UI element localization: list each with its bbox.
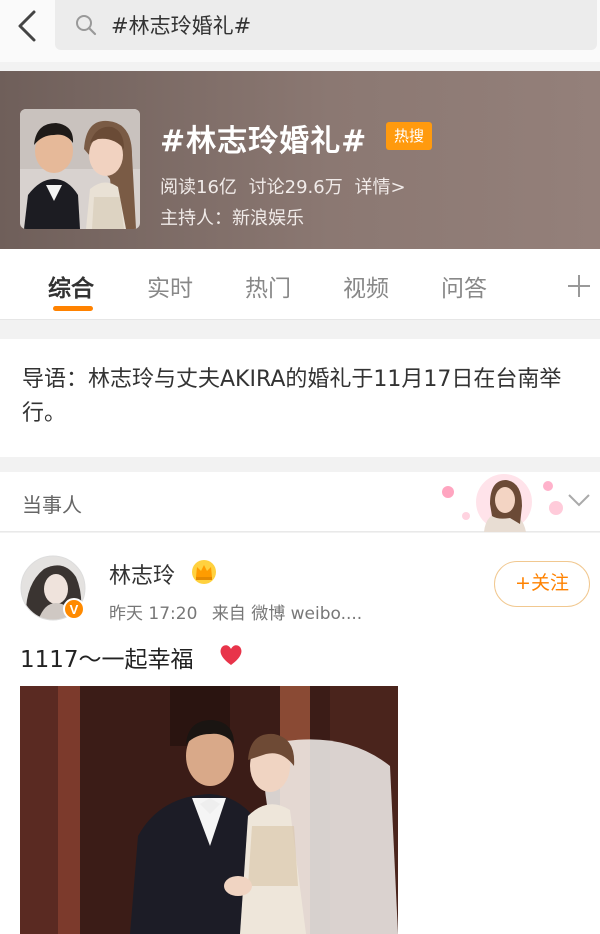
chevron-down-icon[interactable]: [566, 490, 592, 510]
search-input[interactable]: #林志玲婚礼#: [55, 0, 597, 50]
topic-cover-image[interactable]: [20, 109, 140, 229]
post-meta: 昨天 17:20 来自 微博 weibo....: [109, 599, 371, 624]
follow-button[interactable]: +关注: [494, 561, 590, 607]
intro-text: 导语：林志玲与丈夫AKIRA的婚礼于11月17日在台南举行。: [22, 367, 562, 426]
section-avatar-icon: [442, 474, 563, 532]
svg-text:V: V: [70, 602, 79, 617]
crown-icon: [192, 560, 216, 584]
discussion-count: 讨论29.6万: [248, 177, 343, 198]
section-label: 当事人: [22, 493, 82, 517]
tab-qa[interactable]: 问答: [441, 269, 487, 303]
topic-stats: 阅读16亿 讨论29.6万 详情>: [160, 173, 412, 199]
section-header-involved[interactable]: 当事人: [0, 472, 600, 532]
topic-intro: 导语：林志玲与丈夫AKIRA的婚礼于11月17日在台南举行。: [0, 339, 600, 457]
author-avatar[interactable]: V: [20, 555, 86, 621]
add-tab-button[interactable]: [566, 265, 592, 307]
topic-host: 主持人：新浪娱乐: [160, 208, 304, 229]
back-button[interactable]: [14, 8, 42, 44]
tab-hot[interactable]: 热门: [245, 269, 291, 303]
tab-bar: 综合 实时 热门 视频 问答: [0, 249, 600, 320]
active-tab-indicator: [53, 306, 93, 311]
topic-title: #林志玲婚礼#: [160, 124, 368, 159]
tab-realtime[interactable]: 实时: [147, 269, 193, 303]
post-source: 来自 微博 weibo....: [211, 604, 363, 624]
post-photo[interactable]: [20, 686, 398, 934]
top-bar: #林志玲婚礼#: [0, 0, 600, 62]
post-card: V 林志玲 昨天 17:20 来自 微博 weibo.... +关注 1117～…: [0, 533, 600, 934]
plus-icon: [568, 275, 590, 297]
search-icon: [76, 15, 97, 36]
search-query-text: #林志玲婚礼#: [111, 14, 252, 38]
read-count: 阅读16亿: [160, 177, 237, 198]
back-arrow-icon: [18, 10, 36, 42]
hot-search-badge: 热搜: [386, 122, 432, 150]
tab-video[interactable]: 视频: [343, 269, 389, 303]
author-name[interactable]: 林志玲: [109, 558, 175, 590]
topic-header: #林志玲婚礼# 热搜 阅读16亿 讨论29.6万 详情> 主持人：新浪娱乐: [0, 71, 600, 249]
details-link[interactable]: 详情>: [354, 177, 405, 198]
post-time: 昨天 17:20: [109, 604, 198, 624]
post-text: 1117～一起幸福: [20, 647, 194, 673]
tab-comprehensive[interactable]: 综合: [48, 269, 94, 303]
heart-icon: [220, 645, 242, 665]
